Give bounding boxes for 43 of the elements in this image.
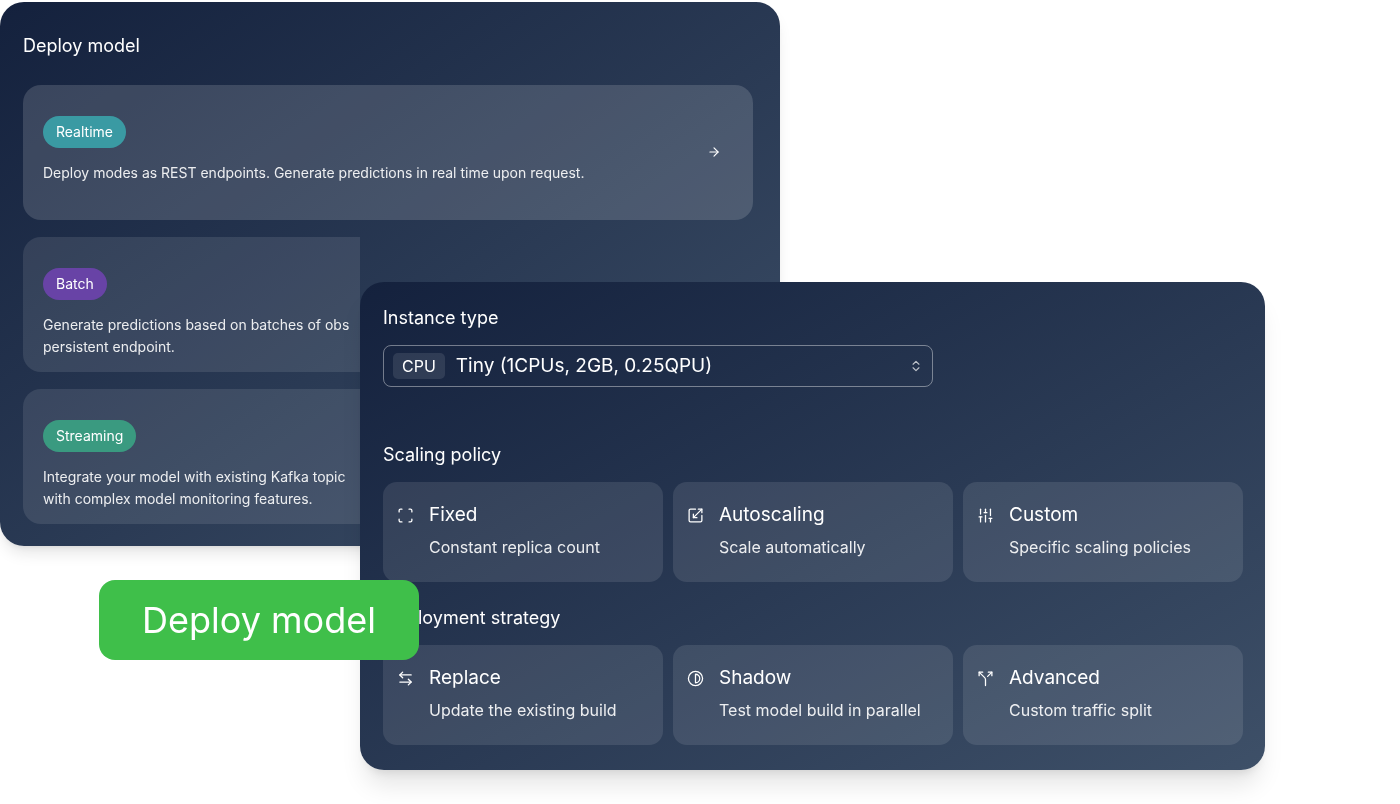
option-subtitle: Specific scaling policies — [1009, 537, 1191, 557]
option-subtitle: Test model build in parallel — [719, 700, 921, 720]
select-value: Tiny (1CPUs, 2GB, 0.25QPU) — [455, 354, 713, 378]
sliders-icon — [977, 506, 994, 524]
option-title: Autoscaling — [719, 503, 825, 527]
option-title: Replace — [429, 666, 501, 690]
section-title: loyment strategy — [418, 606, 561, 630]
scaling-icon — [687, 506, 704, 524]
option-subtitle: Update the existing build — [429, 700, 617, 720]
option-description: with complex model monitoring features. — [43, 489, 313, 509]
panel-title: Deploy model — [23, 35, 141, 57]
option-card[interactable]: Advanced Custom traffic split — [963, 645, 1243, 745]
option-card[interactable]: Shadow Test model build in parallel — [673, 645, 953, 745]
option-description: Integrate your model with existing Kafka topic — [43, 467, 346, 487]
half-circle-icon — [687, 669, 704, 687]
type-badge: Batch — [43, 268, 107, 300]
option-card[interactable]: Autoscaling Scale automatically — [673, 482, 953, 582]
deploy-option-card[interactable]: Realtime Deploy modes as REST endpoints. Generate predictions in real time upon request. — [23, 85, 753, 220]
option-card[interactable]: Custom Specific scaling policies — [963, 482, 1243, 582]
option-subtitle: Constant replica count — [429, 537, 600, 557]
instance-type-select[interactable]: CPU Tiny (1CPUs, 2GB, 0.25QPU) — [383, 345, 933, 387]
type-badge: Realtime — [43, 116, 126, 148]
option-title: Fixed — [429, 503, 478, 527]
split-arrow-icon — [977, 669, 994, 687]
option-subtitle: Scale automatically — [719, 537, 866, 557]
deploy-option-card[interactable]: Streaming Integrate your model with existing Kafka topic with complex model monitoring features. — [23, 389, 360, 524]
option-title: Custom — [1009, 503, 1079, 527]
swap-arrows-icon — [397, 669, 414, 687]
scan-icon — [397, 506, 414, 524]
section-title: Scaling policy — [383, 443, 502, 467]
field-label: Instance type — [383, 306, 500, 330]
cpu-tag: CPU — [393, 353, 445, 379]
option-card[interactable]: Replace Update the existing build — [383, 645, 663, 745]
option-description: persistent endpoint. — [43, 337, 175, 357]
option-title: Shadow — [719, 666, 792, 690]
type-badge: Streaming — [43, 420, 137, 452]
option-subtitle: Custom traffic split — [1009, 700, 1152, 720]
option-description: Generate predictions based on batches of obs — [43, 315, 350, 335]
arrow-right-icon — [707, 145, 721, 159]
option-card[interactable]: Fixed Constant replica count — [383, 482, 663, 582]
option-description: Deploy modes as REST endpoints. Generate predictions in real time upon request. — [43, 163, 585, 183]
option-title: Advanced — [1009, 666, 1100, 690]
deploy-option-card[interactable]: Batch Generate predictions based on batches of obs persistent endpoint. — [23, 237, 360, 372]
